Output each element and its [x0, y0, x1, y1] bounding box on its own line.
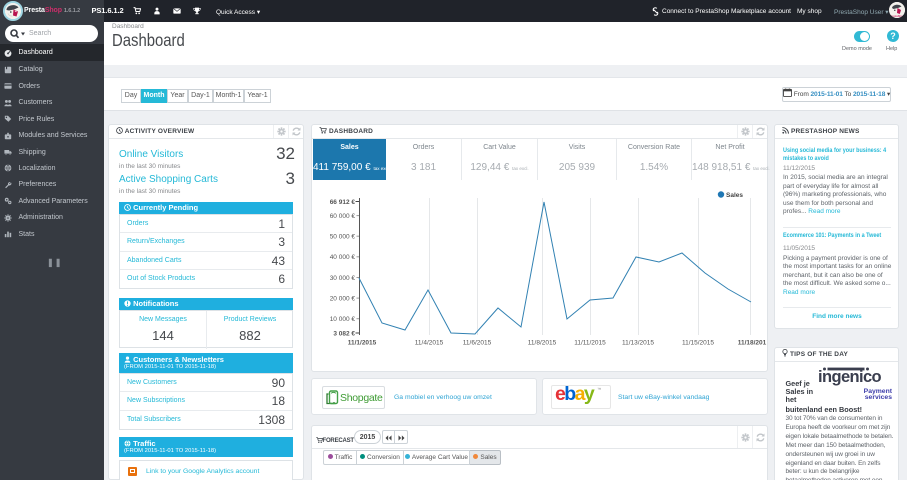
- svg-text:66 912 €: 66 912 €: [330, 199, 356, 206]
- svg-text:11/6/2015: 11/6/2015: [463, 340, 492, 347]
- svg-text:20 000 €: 20 000 €: [330, 296, 356, 303]
- svg-text:11/11/2015: 11/11/2015: [574, 340, 606, 347]
- svg-text:50 000 €: 50 000 €: [330, 234, 356, 241]
- svg-text:3 082 €: 3 082 €: [333, 331, 355, 338]
- svg-text:11/8/2015: 11/8/2015: [528, 340, 557, 347]
- svg-text:PrestaShop: PrestaShop: [890, 14, 905, 18]
- svg-text:11/4/2015: 11/4/2015: [415, 340, 444, 347]
- svg-text:11/1/2015: 11/1/2015: [348, 340, 377, 347]
- svg-text:10 000 €: 10 000 €: [330, 316, 356, 323]
- svg-text:40 000 €: 40 000 €: [330, 254, 356, 261]
- svg-text:60 000 €: 60 000 €: [330, 213, 356, 220]
- svg-text:Sales: Sales: [726, 192, 743, 199]
- svg-text:11/18/201: 11/18/201: [738, 340, 767, 347]
- svg-text:30 000 €: 30 000 €: [330, 275, 356, 282]
- svg-text:11/13/2015: 11/13/2015: [622, 340, 654, 347]
- svg-text:11/15/2015: 11/15/2015: [682, 340, 714, 347]
